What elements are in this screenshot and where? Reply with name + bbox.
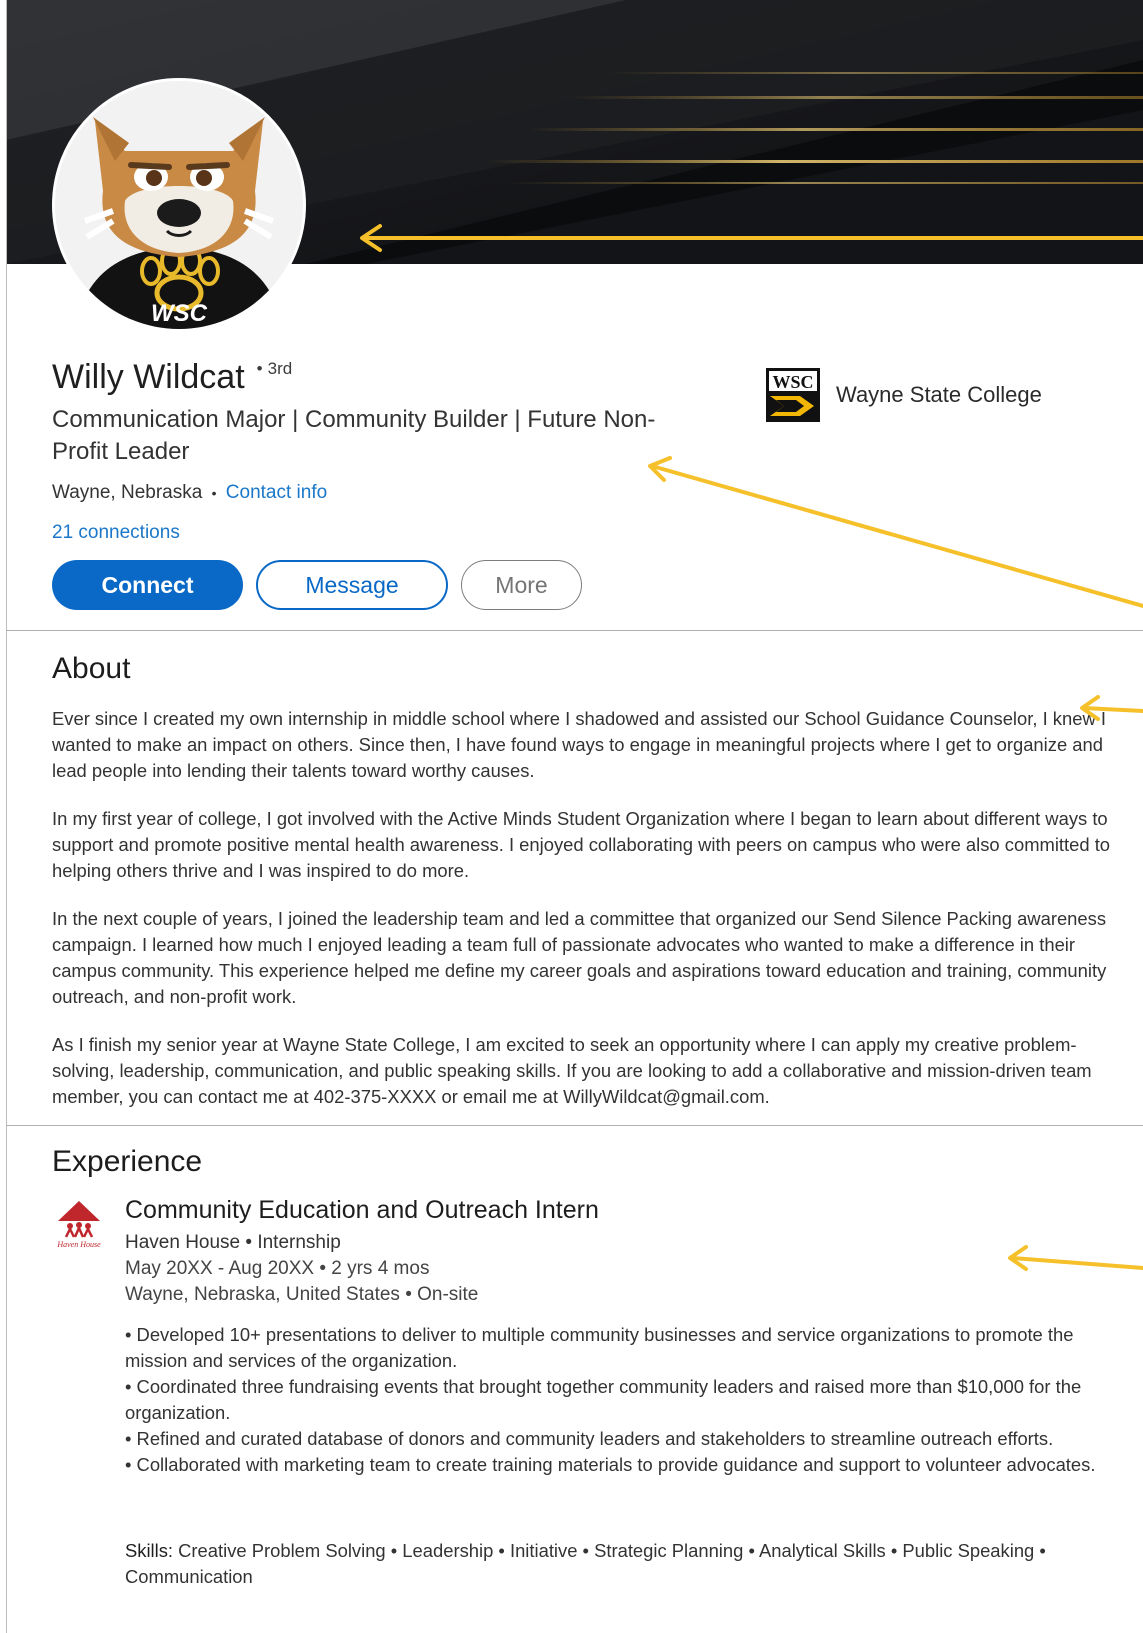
experience-bullet: • Refined and curated database of donors… (125, 1428, 1054, 1449)
about-paragraph: As I finish my senior year at Wayne Stat… (52, 1034, 1092, 1107)
wildcat-mascot-icon: WSC (55, 81, 303, 329)
experience-bullet: • Coordinated three fundraising events t… (125, 1376, 1082, 1423)
arrow-left-icon (648, 456, 1143, 608)
experience-bullet: • Collaborated with marketing team to cr… (125, 1454, 1096, 1475)
school-name: Wayne State College (836, 382, 1042, 407)
profile-page: WSC Willy Wildcat 3rd Communication Majo… (0, 0, 1143, 1633)
haven-house-logo-icon[interactable]: Haven House (52, 1197, 106, 1251)
skills-label: Skills: (125, 1540, 174, 1561)
contact-info-link[interactable]: Contact info (226, 482, 327, 503)
about-heading: About (52, 652, 131, 685)
about-paragraph: In my first year of college, I got invol… (52, 808, 1111, 881)
section-divider (6, 1125, 1143, 1126)
about-text: Ever since I created my own internship i… (52, 706, 1122, 1132)
arrow-left-icon (1008, 1245, 1143, 1271)
wsc-logo-icon: WSC (766, 368, 820, 422)
experience-role: Community Education and Outreach Intern (125, 1196, 599, 1224)
section-divider (6, 630, 1143, 631)
experience-bullet: • Developed 10+ presentations to deliver… (125, 1324, 1074, 1371)
experience-heading: Experience (52, 1145, 203, 1178)
experience-skills: Skills: Creative Problem Solving • Leade… (125, 1538, 1125, 1590)
experience-meta: Haven House • Internship May 20XX - Aug … (125, 1230, 478, 1308)
location-row: Wayne, Nebraska • Contact info (52, 482, 327, 504)
profile-location: Wayne, Nebraska (52, 482, 203, 503)
experience-place: Wayne, Nebraska, United States • On-site (125, 1284, 479, 1305)
experience-dates: May 20XX - Aug 20XX • 2 yrs 4 mos (125, 1258, 430, 1279)
connection-degree: 3rd (257, 359, 293, 379)
name-row: Willy Wildcat 3rd (52, 358, 292, 397)
message-button[interactable]: Message (256, 560, 448, 610)
skills-list: Creative Problem Solving • Leadership • … (125, 1540, 1046, 1587)
profile-name: Willy Wildcat (52, 358, 245, 396)
avatar-shirt-text: WSC (151, 300, 208, 327)
left-border (6, 0, 7, 1633)
more-button[interactable]: More (461, 560, 582, 610)
haven-house-logo-text: Haven House (56, 1240, 101, 1249)
experience-description: • Developed 10+ presentations to deliver… (125, 1322, 1125, 1478)
education-link[interactable]: WSC Wayne State College (766, 368, 1042, 422)
connections-link[interactable]: 21 connections (52, 522, 180, 544)
separator-dot: • (211, 485, 217, 501)
wsc-logo-text: WSC (772, 372, 813, 392)
avatar[interactable]: WSC (52, 78, 306, 332)
experience-company: Haven House • Internship (125, 1232, 341, 1253)
profile-headline: Communication Major | Community Builder … (52, 406, 656, 465)
connect-button[interactable]: Connect (52, 560, 243, 610)
about-paragraph: In the next couple of years, I joined th… (52, 908, 1107, 1007)
about-paragraph: Ever since I created my own internship i… (52, 708, 1106, 781)
